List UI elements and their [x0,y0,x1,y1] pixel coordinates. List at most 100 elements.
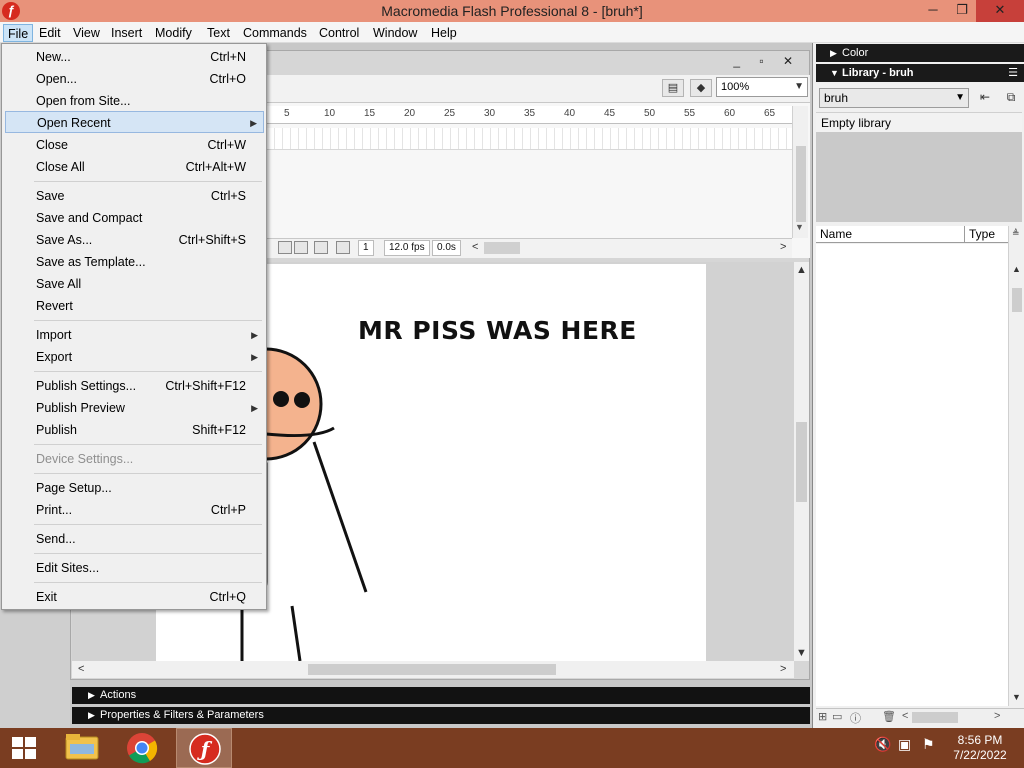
scroll-thumb[interactable] [796,146,806,222]
library-vertical-scrollbar[interactable]: ≜ ▲ ▼ [1008,226,1024,706]
menu-item-label: Import [36,328,72,342]
menu-edit[interactable]: Edit [39,24,61,42]
edit-multiple-frames-icon[interactable] [336,241,350,254]
new-symbol-icon[interactable]: ⊞ [818,710,827,723]
scroll-down-icon[interactable]: ▼ [1012,692,1021,702]
scroll-thumb[interactable] [796,422,807,502]
menu-item-publish-preview[interactable]: Publish Preview ▶ [5,397,264,419]
timeline-horizontal-scroll-thumb[interactable] [484,242,520,254]
menu-file[interactable]: File [3,24,34,42]
file-explorer-taskbar-button[interactable] [54,728,110,768]
menu-item-print[interactable]: Print... Ctrl+P [5,499,264,521]
menu-item-close-all[interactable]: Close All Ctrl+Alt+W [5,156,264,178]
properties-icon[interactable]: ⓘ [850,710,861,726]
menu-item-open-from-site[interactable]: Open from Site... [5,90,264,112]
timeline-vertical-scrollbar[interactable]: ▼ [792,106,808,238]
menu-item-publish[interactable]: Publish Shift+F12 [5,419,264,441]
close-button[interactable]: ✕ [976,0,1024,22]
scroll-left-icon[interactable]: < [78,663,84,675]
figure-leg-right [290,605,302,661]
scroll-left-icon[interactable]: < [902,710,908,722]
new-library-panel-icon[interactable]: ⧉ [1002,89,1020,106]
column-type[interactable]: Type [969,226,995,242]
menu-item-shortcut: Ctrl+O [209,72,246,86]
chevron-down-icon: ▼ [955,92,965,103]
volume-muted-icon[interactable]: 🔇 [874,736,891,753]
zoom-select[interactable]: 100% ▼ [716,77,808,97]
maximize-button[interactable]: ❐ [948,0,976,22]
menu-item-edit-sites[interactable]: Edit Sites... [5,557,264,579]
menu-view[interactable]: View [73,24,100,42]
menu-item-publish-settings[interactable]: Publish Settings... Ctrl+Shift+F12 [5,375,264,397]
column-name[interactable]: Name [820,226,852,242]
menu-item-save-and-compact[interactable]: Save and Compact [5,207,264,229]
library-item-list[interactable] [816,244,1008,706]
menu-insert[interactable]: Insert [111,24,142,42]
menu-item-open[interactable]: Open... Ctrl+O [5,68,264,90]
flash-taskbar-button[interactable]: ƒ [176,728,232,768]
library-panel-header[interactable]: ▼ Library - bruh ☰ [816,64,1024,82]
menu-item-shortcut: Ctrl+P [210,503,246,517]
scroll-down-icon[interactable]: ▼ [796,647,807,659]
menu-item-import[interactable]: Import ▶ [5,324,264,346]
clock[interactable]: 8:56 PM 7/22/2022 [944,733,1016,763]
library-select[interactable]: bruh ▼ [819,88,969,108]
scroll-up-icon[interactable]: ▲ [1012,264,1021,274]
stage-vertical-scrollbar[interactable]: ▲ ▼ [794,262,809,661]
ruler-tick: 25 [444,108,456,119]
stage-text[interactable]: MR PISS WAS HERE [358,316,637,345]
document-window-buttons[interactable]: _ ▫ ✕ [733,54,801,68]
onion-skin-icon[interactable] [294,241,308,254]
menu-item-send[interactable]: Send... [5,528,264,550]
actions-panel-header[interactable]: ▶ Actions [72,687,810,704]
onion-skin-outlines-icon[interactable] [314,241,328,254]
menu-help[interactable]: Help [431,24,457,42]
new-folder-icon[interactable]: ▭ [832,710,842,723]
scroll-right-icon[interactable]: > [780,663,786,675]
menu-item-exit[interactable]: Exit Ctrl+Q [5,586,264,608]
panel-menu-icon[interactable]: ☰ [1008,64,1018,82]
chrome-taskbar-button[interactable] [114,728,170,768]
delete-icon[interactable]: 🗑 [882,710,896,723]
menu-item-save[interactable]: Save Ctrl+S [5,185,264,207]
scroll-thumb[interactable] [912,712,958,723]
figure-eye-left [273,391,289,407]
menu-commands[interactable]: Commands [243,24,307,42]
scroll-thumb[interactable] [308,664,556,675]
network-icon[interactable]: ▣ [898,736,911,753]
menu-item-save-all[interactable]: Save All [5,273,264,295]
menu-item-shortcut: Ctrl+Shift+S [178,233,246,247]
minimize-button[interactable]: ─ [918,0,948,22]
windows-start-button[interactable] [0,728,48,768]
properties-panel-header[interactable]: ▶ Properties & Filters & Parameters [72,707,810,724]
menu-item-save-as[interactable]: Save As... Ctrl+Shift+S [5,229,264,251]
scroll-up-icon[interactable]: ▲ [796,264,807,276]
menu-control[interactable]: Control [319,24,359,42]
menu-item-page-setup[interactable]: Page Setup... [5,477,264,499]
menu-item-revert[interactable]: Revert [5,295,264,317]
timeline-frames[interactable] [266,128,792,150]
menu-window[interactable]: Window [373,24,417,42]
scroll-right-icon[interactable]: > [780,241,786,253]
menu-modify[interactable]: Modify [155,24,192,42]
menu-item-open-recent[interactable]: Open Recent ▶ [5,111,264,133]
menu-item-label: Print... [36,503,73,517]
action-center-icon[interactable]: ⚑ [922,736,935,753]
center-frame-icon[interactable] [278,241,292,254]
menu-item-new[interactable]: New... Ctrl+N [5,46,264,68]
stage-horizontal-scrollbar[interactable]: < > [72,661,794,678]
menu-item-close[interactable]: Close Ctrl+W [5,134,264,156]
scroll-left-icon[interactable]: < [472,241,478,253]
edit-symbols-icon[interactable]: ◆ [690,79,712,97]
menu-item-save-as-template[interactable]: Save as Template... [5,251,264,273]
scroll-thumb[interactable] [1012,288,1022,312]
scroll-right-icon[interactable]: > [994,710,1000,722]
color-panel-header[interactable]: ▶ Color [816,44,1024,62]
scroll-down-icon[interactable]: ▼ [795,222,804,232]
menu-text[interactable]: Text [207,24,230,42]
sort-icon[interactable]: ≜ [1012,228,1020,239]
pin-library-icon[interactable]: ⇤ [976,89,994,106]
frame-rate[interactable]: 12.0 fps [384,240,430,256]
edit-scene-icon[interactable]: ▤ [662,79,684,97]
menu-item-export[interactable]: Export ▶ [5,346,264,368]
